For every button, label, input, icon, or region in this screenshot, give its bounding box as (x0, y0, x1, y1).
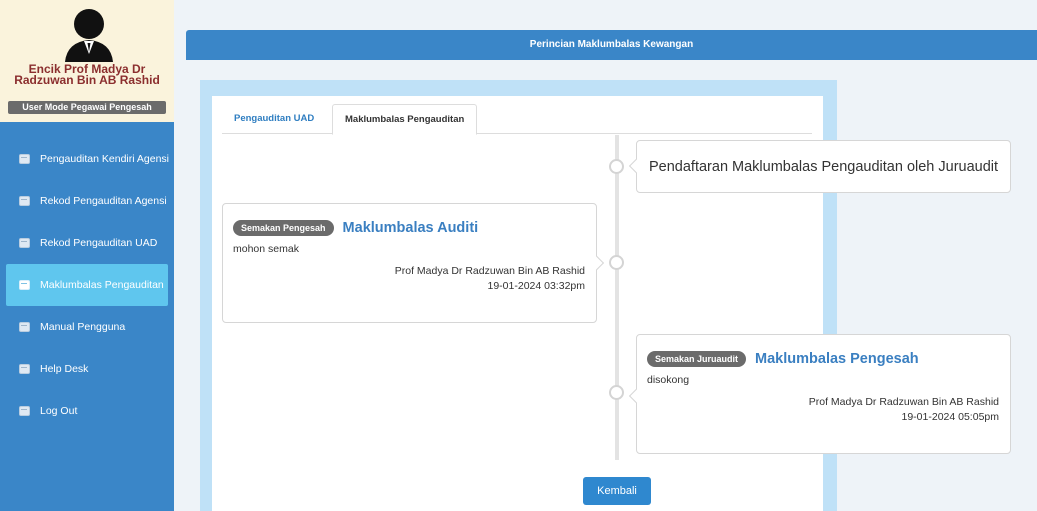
user-avatar-icon (65, 9, 113, 62)
sidebar-item-label: Rekod Pengauditan Agensi (40, 195, 167, 207)
timeline-card-registration: Pendaftaran Maklumbalas Pengauditan oleh… (628, 140, 1011, 193)
sidebar-item-label: Log Out (40, 405, 78, 417)
tab-pengauditan-uad[interactable]: Pengauditan UAD (222, 104, 326, 134)
book-icon (19, 364, 30, 374)
sidebar-item-rekod-pengauditan-agensi[interactable]: Rekod Pengauditan Agensi (0, 180, 174, 222)
sidebar-item-pengauditan-kendiri-agensi[interactable]: Pengauditan Kendiri Agensi (0, 138, 174, 180)
card-title: Maklumbalas Pengesah (755, 351, 919, 367)
sidebar-item-help-desk[interactable]: Help Desk (0, 348, 174, 390)
sidebar-item-label: Pengauditan Kendiri Agensi (40, 153, 170, 165)
timeline-node (609, 255, 624, 270)
profile-name: Encik Prof Madya Dr Radzuwan Bin AB Rash… (14, 62, 160, 87)
status-badge: Semakan Pengesah (233, 220, 334, 236)
back-button[interactable]: Kembali (583, 477, 651, 505)
status-badge: Semakan Juruaudit (647, 351, 747, 367)
card-title: Maklumbalas Auditi (342, 220, 479, 236)
card-title: Pendaftaran Maklumbalas Pengauditan oleh… (649, 159, 999, 175)
user-mode-badge: User Mode Pegawai Pengesah (8, 101, 166, 114)
book-icon (19, 196, 30, 206)
timeline-node (609, 385, 624, 400)
tab-bar: Pengauditan UAD Maklumbalas Pengauditan (222, 104, 812, 135)
timeline-node (609, 159, 624, 174)
sidebar-item-maklumbalas-pengauditan[interactable]: Maklumbalas Pengauditan (6, 264, 168, 306)
book-icon (19, 280, 30, 290)
profile-panel: Encik Prof Madya Dr Radzuwan Bin AB Rash… (0, 0, 174, 122)
book-icon (19, 406, 30, 416)
card-datetime: 19-01-2024 05:05pm (901, 411, 1000, 423)
timeline-line (615, 135, 619, 460)
card-author: Prof Madya Dr Radzuwan Bin AB Rashid (808, 396, 999, 408)
sidebar-item-label: Maklumbalas Pengauditan (40, 279, 164, 291)
page-title: Perincian Maklumbalas Kewangan (186, 30, 1037, 60)
timeline-card-auditi: Semakan Pengesah Maklumbalas Auditi moho… (222, 203, 605, 323)
card-author: Prof Madya Dr Radzuwan Bin AB Rashid (394, 265, 585, 277)
sidebar-item-label: Manual Pengguna (40, 321, 126, 333)
book-icon (19, 322, 30, 332)
book-icon (19, 238, 30, 248)
tab-maklumbalas-pengauditan[interactable]: Maklumbalas Pengauditan (332, 104, 478, 135)
timeline-card-pengesah: Semakan Juruaudit Maklumbalas Pengesah d… (628, 334, 1011, 454)
sidebar-item-manual-pengguna[interactable]: Manual Pengguna (0, 306, 174, 348)
sidebar-menu: Pengauditan Kendiri Agensi Rekod Pengaud… (0, 138, 174, 432)
sidebar: Encik Prof Madya Dr Radzuwan Bin AB Rash… (0, 0, 174, 511)
card-note: mohon semak (233, 243, 299, 255)
book-icon (19, 154, 30, 164)
sidebar-item-rekod-pengauditan-uad[interactable]: Rekod Pengauditan UAD (0, 222, 174, 264)
card-datetime: 19-01-2024 03:32pm (487, 280, 586, 292)
sidebar-item-label: Help Desk (40, 363, 89, 375)
sidebar-item-label: Rekod Pengauditan UAD (40, 237, 158, 249)
card-note: disokong (647, 374, 690, 386)
sidebar-item-log-out[interactable]: Log Out (0, 390, 174, 432)
